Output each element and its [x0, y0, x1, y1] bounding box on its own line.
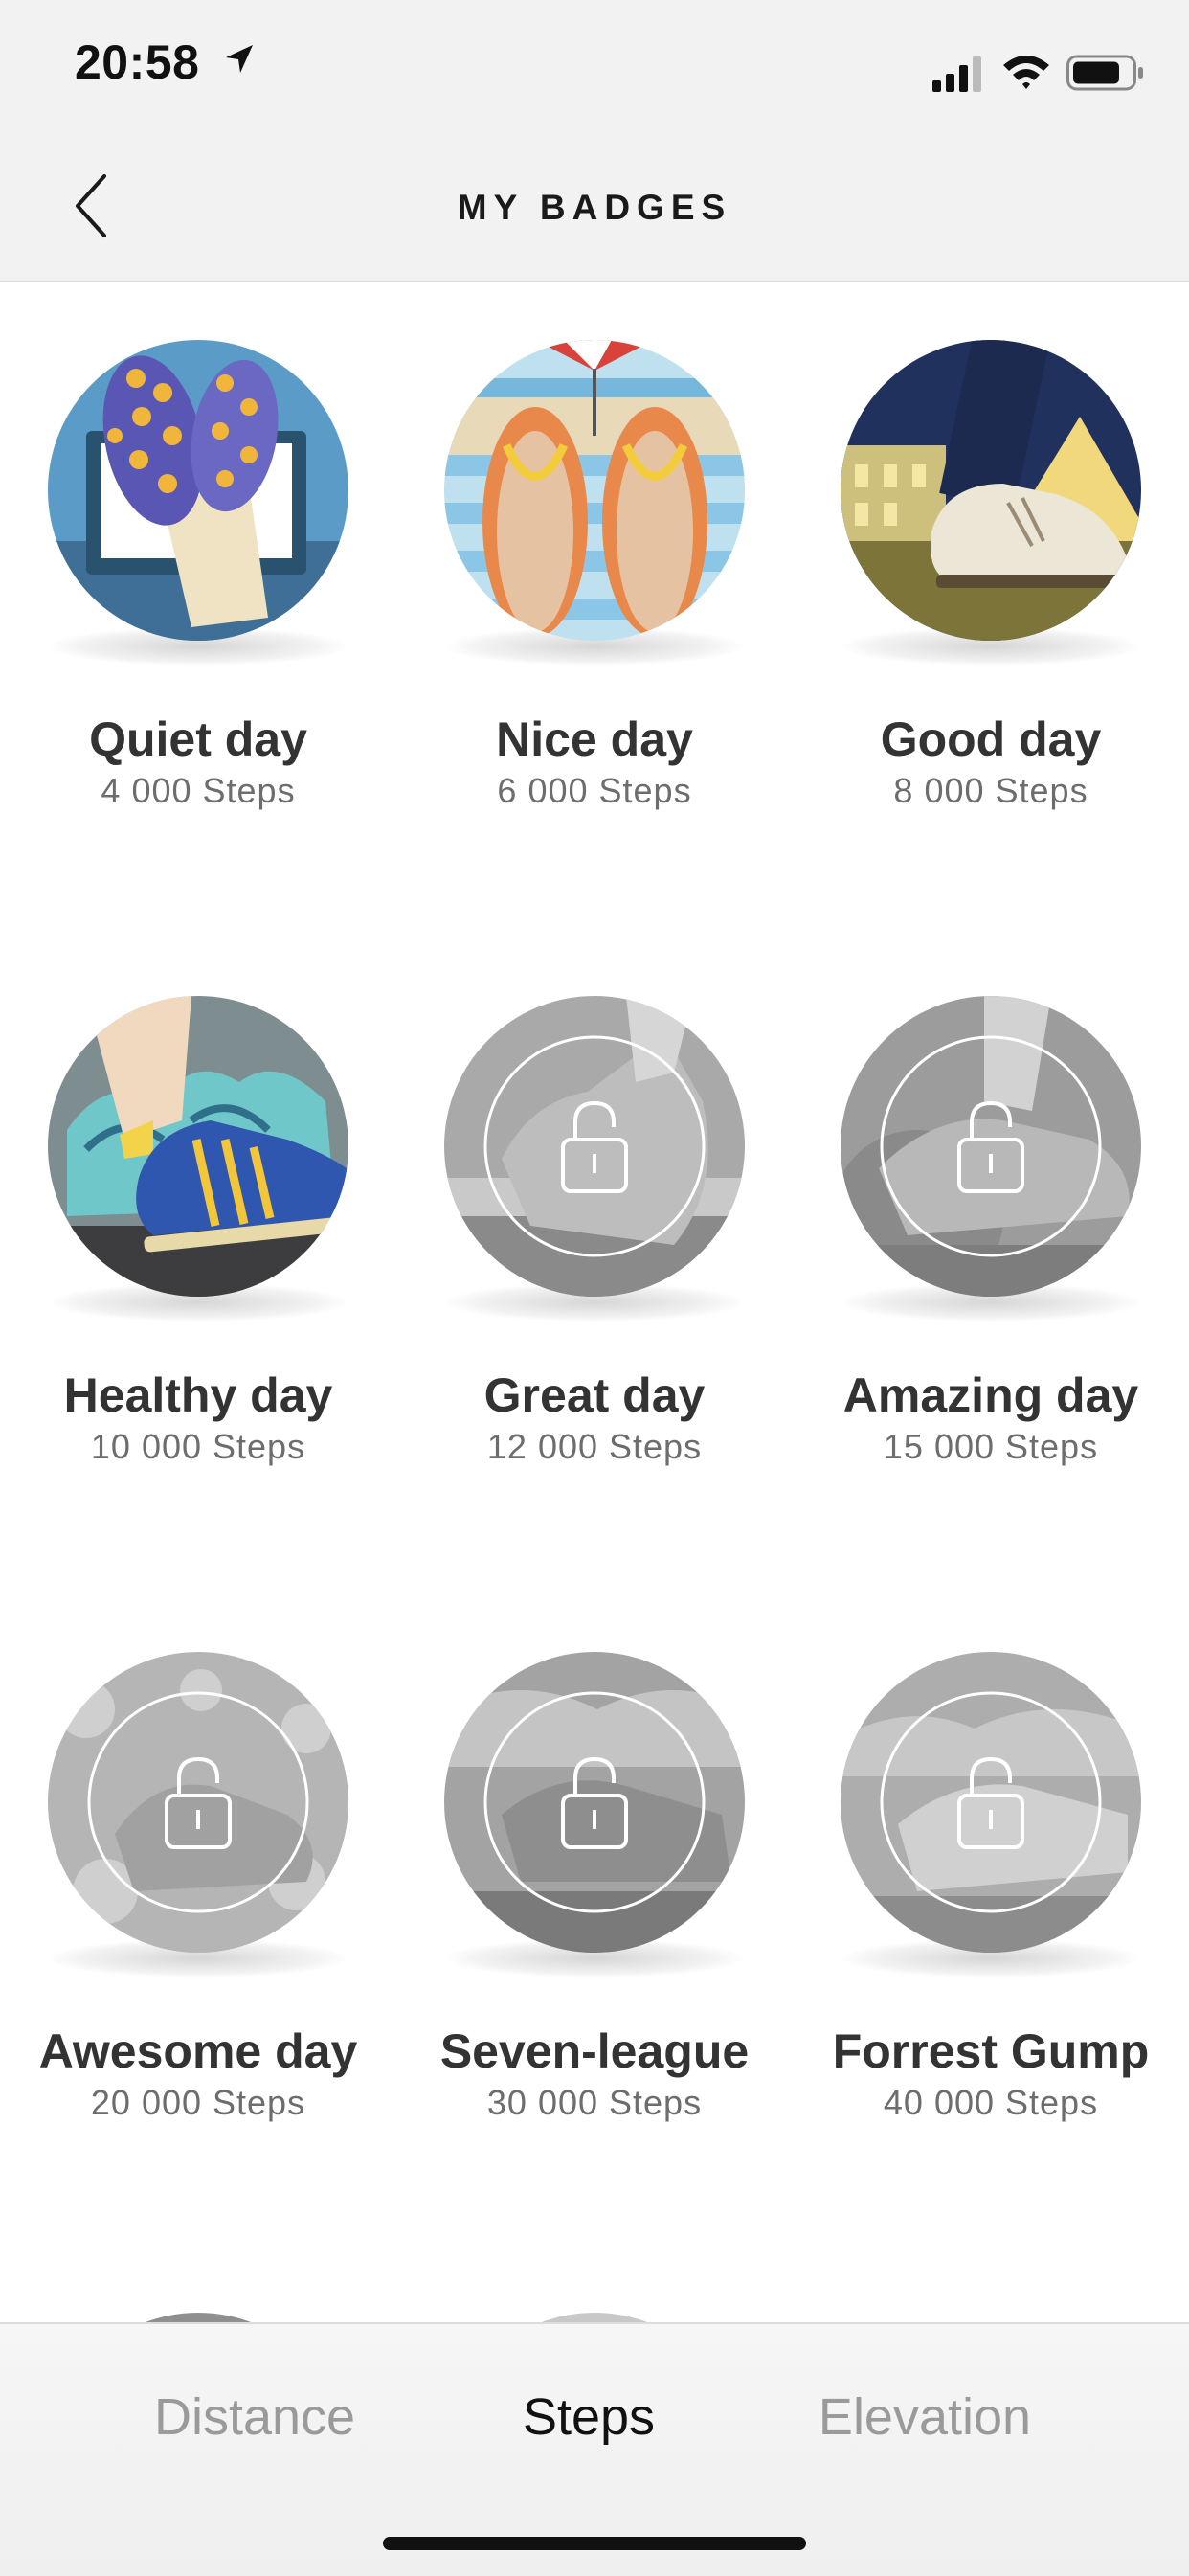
badge-steps: 8 000 Steps	[893, 771, 1088, 810]
badge-name: Forrest Gump	[832, 2024, 1150, 2078]
tab-steps[interactable]: Steps	[436, 2387, 742, 2447]
badge-steps: 10 000 Steps	[90, 1427, 306, 1466]
status-time: 20:58	[75, 35, 200, 89]
badge-image	[444, 1652, 745, 1953]
badge-grid: Quiet day 4 000 Steps Nice day 6 000 Ste…	[0, 282, 1189, 2322]
location-arrow-icon	[226, 45, 253, 73]
badge-image	[48, 1652, 348, 1953]
badge-steps: 30 000 Steps	[486, 2083, 703, 2122]
badge-quiet-day[interactable]: Quiet day 4 000 Steps	[0, 282, 396, 895]
badge-amazing-day[interactable]: Amazing day 15 000 Steps	[793, 938, 1189, 1551]
cellular-signal-icon	[932, 56, 981, 92]
badge-image	[48, 996, 348, 1297]
tab-distance[interactable]: Distance	[101, 2387, 408, 2447]
badge-nice-day[interactable]: Nice day 6 000 Steps	[396, 282, 793, 895]
badge-healthy-day[interactable]: Healthy day 10 000 Steps	[0, 938, 396, 1551]
battery-icon	[1066, 55, 1143, 91]
badge-partial	[444, 2313, 745, 2322]
badge-steps: 12 000 Steps	[486, 1427, 703, 1466]
wifi-icon	[1003, 56, 1049, 89]
badge-name: Good day	[880, 712, 1102, 766]
badge-image	[48, 340, 348, 641]
badge-good-day[interactable]: Good day 8 000 Steps	[793, 282, 1189, 895]
badge-name: Nice day	[496, 712, 693, 766]
badge-awesome-day[interactable]: Awesome day 20 000 Steps	[0, 1594, 396, 2207]
badge-image	[841, 996, 1141, 1297]
badge-forrest-gump[interactable]: Forrest Gump 40 000 Steps	[793, 1594, 1189, 2207]
status-bar: 20:58	[0, 0, 1189, 124]
page-title: MY BADGES	[457, 188, 732, 227]
badge-steps: 4 000 Steps	[101, 771, 296, 810]
badge-name: Seven-league	[439, 2024, 750, 2078]
badge-steps: 15 000 Steps	[883, 1427, 1099, 1466]
badge-image	[841, 1652, 1141, 1953]
badge-name: Awesome day	[38, 2024, 358, 2078]
badge-name: Great day	[483, 1368, 706, 1422]
badge-seven-league[interactable]: Seven-league 30 000 Steps	[396, 1594, 793, 2207]
tab-elevation[interactable]: Elevation	[772, 2387, 1078, 2447]
badge-image	[444, 996, 745, 1297]
badge-great-day[interactable]: Great day 12 000 Steps	[396, 938, 793, 1551]
badge-partial	[48, 2313, 348, 2322]
badge-name: Healthy day	[63, 1368, 333, 1422]
badge-image	[841, 340, 1141, 641]
badge-steps: 20 000 Steps	[90, 2083, 306, 2122]
home-indicator[interactable]	[383, 2537, 806, 2550]
badge-image	[444, 340, 745, 641]
badge-name: Amazing day	[842, 1368, 1139, 1422]
header: MY BADGES	[0, 124, 1189, 282]
badge-steps: 40 000 Steps	[883, 2083, 1099, 2122]
badge-steps: 6 000 Steps	[497, 771, 692, 810]
badge-name: Quiet day	[89, 712, 307, 766]
